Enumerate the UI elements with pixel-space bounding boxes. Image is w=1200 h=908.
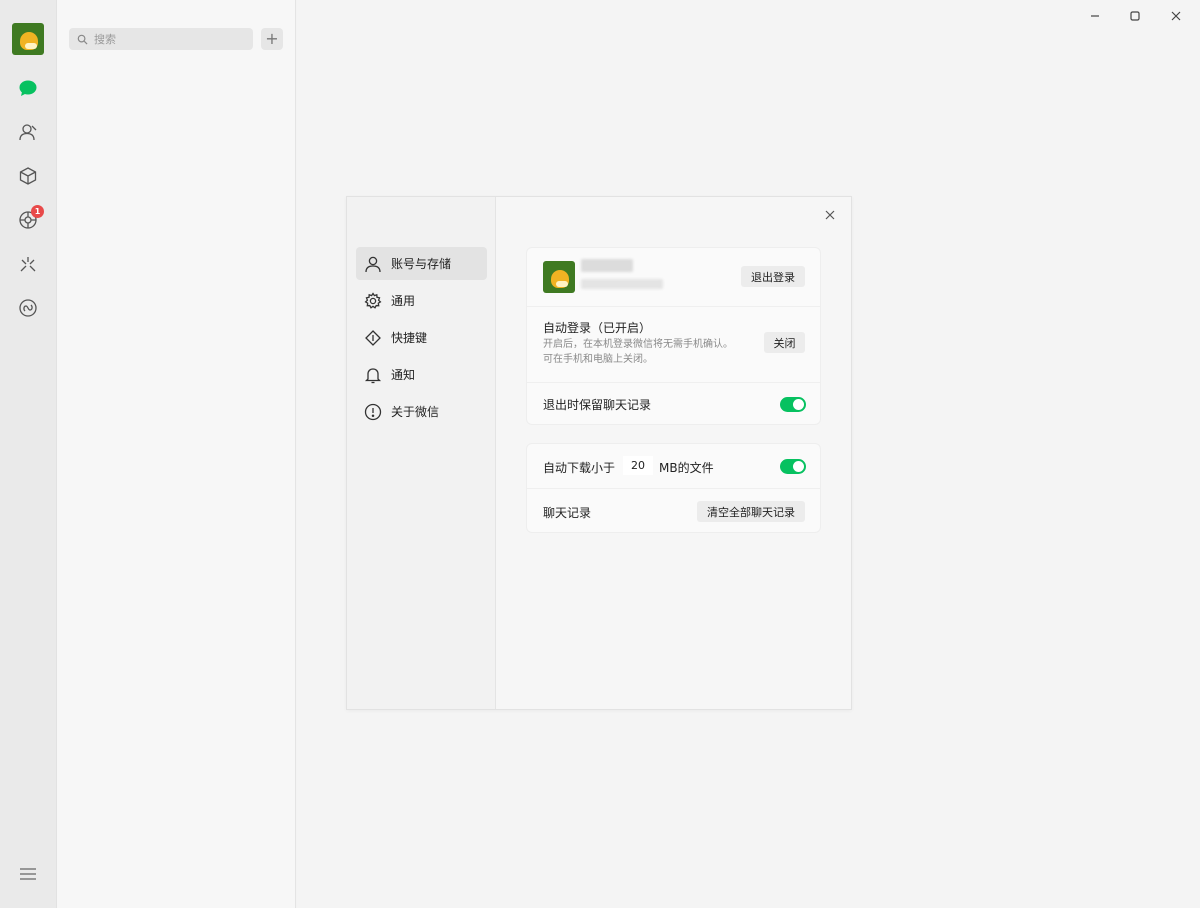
nav-item-shortcuts[interactable]: 快捷键 [356, 321, 487, 354]
nav-item-label: 关于微信 [391, 405, 440, 419]
auto-download-size-input[interactable] [623, 456, 653, 475]
minimize-icon[interactable] [1085, 6, 1105, 26]
contacts-icon[interactable] [17, 121, 39, 143]
nav-item-label: 快捷键 [391, 331, 428, 345]
nav-item-label: 账号与存储 [391, 257, 452, 271]
notification-badge: 1 [31, 205, 44, 218]
logout-button[interactable]: 退出登录 [741, 266, 805, 287]
add-button[interactable]: + [261, 28, 283, 50]
nav-item-notifications[interactable]: 通知 [356, 358, 487, 391]
maximize-icon[interactable] [1125, 6, 1145, 26]
auto-login-off-button[interactable]: 关闭 [764, 332, 805, 353]
menu-icon[interactable] [19, 866, 37, 880]
user-avatar[interactable] [12, 23, 44, 55]
chat-icon[interactable] [17, 77, 39, 99]
keep-history-label: 退出时保留聊天记录 [543, 398, 652, 412]
blurred-nickname [581, 259, 633, 272]
search-icon [77, 34, 88, 45]
keep-history-row: 退出时保留聊天记录 [527, 383, 820, 426]
side-rail: 1 [0, 0, 57, 908]
auto-login-title: 自动登录（已开启） [543, 321, 652, 335]
close-dialog-icon[interactable] [821, 206, 839, 224]
auto-download-toggle[interactable] [780, 459, 806, 474]
shortcut-icon [365, 329, 381, 346]
auto-login-row: 自动登录（已开启） 开启后，在本机登录微信将无需手机确认。 可在手机和电脑上关闭… [527, 307, 820, 383]
channels-icon[interactable] [17, 253, 39, 275]
close-window-icon[interactable] [1166, 6, 1186, 26]
auto-download-prefix: 自动下载小于 [543, 461, 616, 475]
nav-item-label: 通知 [391, 368, 416, 382]
chat-list-panel: + [57, 0, 296, 908]
auto-download-row: 自动下载小于 MB的文件 [527, 444, 820, 489]
nav-item-label: 通用 [391, 294, 416, 308]
nav-item-about[interactable]: 关于微信 [356, 395, 487, 428]
search-input[interactable] [94, 32, 244, 46]
bell-icon [364, 367, 382, 383]
info-icon [364, 403, 382, 420]
auto-login-desc-1: 开启后，在本机登录微信将无需手机确认。 [543, 339, 733, 350]
miniprogram-icon[interactable] [17, 297, 39, 319]
auto-login-desc-2: 可在手机和电脑上关闭。 [543, 354, 653, 365]
blurred-account-id [581, 279, 663, 289]
collections-icon[interactable] [17, 165, 39, 187]
chat-history-label: 聊天记录 [543, 506, 592, 520]
clear-history-button[interactable]: 清空全部聊天记录 [697, 501, 805, 522]
nav-item-account-storage[interactable]: 账号与存储 [356, 247, 487, 280]
storage-card: 自动下载小于 MB的文件 聊天记录 清空全部聊天记录 [526, 443, 821, 533]
profile-row: 退出登录 [527, 248, 820, 307]
chat-history-row: 聊天记录 清空全部聊天记录 [527, 489, 820, 534]
person-icon [365, 256, 381, 272]
nav-item-general[interactable]: 通用 [356, 284, 487, 317]
search-box[interactable] [69, 28, 253, 50]
gear-icon [364, 291, 382, 309]
settings-dialog: 账号与存储 通用 快捷键 通知 关于微信 退出登录 自动登录（已开启） 开启后，… [346, 196, 852, 710]
account-card: 退出登录 自动登录（已开启） 开启后，在本机登录微信将无需手机确认。 可在手机和… [526, 247, 821, 425]
keep-history-toggle[interactable] [780, 397, 806, 412]
avatar-figure-detail [25, 43, 37, 49]
profile-avatar [543, 261, 575, 293]
settings-nav: 账号与存储 通用 快捷键 通知 关于微信 [347, 197, 496, 709]
auto-download-suffix: MB的文件 [659, 461, 714, 475]
